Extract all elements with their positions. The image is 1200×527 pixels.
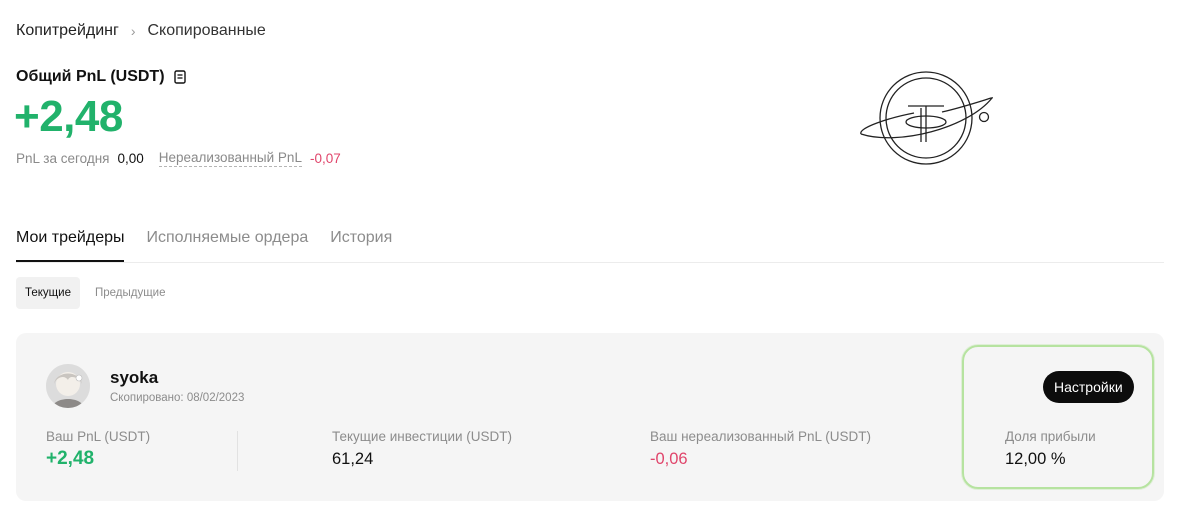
tab-history[interactable]: История [330,222,392,260]
main-tabs: Мои трейдеры Исполняемые ордера История [16,222,1164,263]
segment-current[interactable]: Текущие [16,277,80,309]
your-pnl-stat: Ваш PnL (USDT) +2,48 [46,429,150,470]
avatar[interactable] [46,364,90,408]
trader-name[interactable]: syoka [110,368,158,388]
breadcrumb-current: Скопированные [147,22,266,39]
total-pnl-heading: Общий PnL (USDT) [16,68,186,86]
trader-filter-segment: Текущие Предыдущие [16,277,181,309]
profit-share-value: 12,00 % [1005,450,1066,468]
copied-date: Скопировано: 08/02/2023 [110,392,245,404]
current-investment-value: 61,24 [332,450,374,468]
your-pnl-value: +2,48 [46,448,95,469]
trader-card: syoka Скопировано: 08/02/2023 Ваш PnL (U… [16,333,1164,501]
stat-divider [237,431,238,471]
total-pnl-value: +2,48 [14,92,123,141]
document-icon[interactable] [173,70,186,84]
unrealized-pnl-label[interactable]: Нереализованный PnL [158,150,302,167]
profit-share-stat: Доля прибыли 12,00 % [1005,429,1096,469]
pnl-summary-row: PnL за сегодня 0,00 Нереализованный PnL … [16,150,341,167]
current-investment-stat: Текущие инвестиции (USDT) 61,24 [332,429,512,469]
profit-share-label: Доля прибыли [1005,429,1096,444]
your-pnl-label: Ваш PnL (USDT) [46,429,151,444]
your-unrealized-pnl-value: -0,06 [650,450,688,468]
today-pnl-label: PnL за сегодня [16,151,110,166]
usdt-planet-illustration [858,68,998,168]
chevron-right-icon: › [130,23,136,39]
segment-previous[interactable]: Предыдущие [86,277,175,309]
settings-button[interactable]: Настройки [1043,371,1134,403]
total-pnl-title: Общий PnL (USDT) [16,68,165,85]
your-unrealized-pnl-label: Ваш нереализованный PnL (USDT) [650,429,871,444]
tab-my-traders[interactable]: Мои трейдеры [16,222,125,262]
today-pnl-value: 0,00 [117,151,144,166]
breadcrumb-copytrading-link[interactable]: Копитрейдинг [16,22,119,40]
breadcrumb: Копитрейдинг › Скопированные [16,22,266,40]
your-unrealized-pnl-stat: Ваш нереализованный PnL (USDT) -0,06 [650,429,871,469]
tab-open-orders[interactable]: Исполняемые ордера [146,222,308,260]
unrealized-pnl-value: -0,07 [309,151,341,166]
current-investment-label: Текущие инвестиции (USDT) [332,429,513,444]
